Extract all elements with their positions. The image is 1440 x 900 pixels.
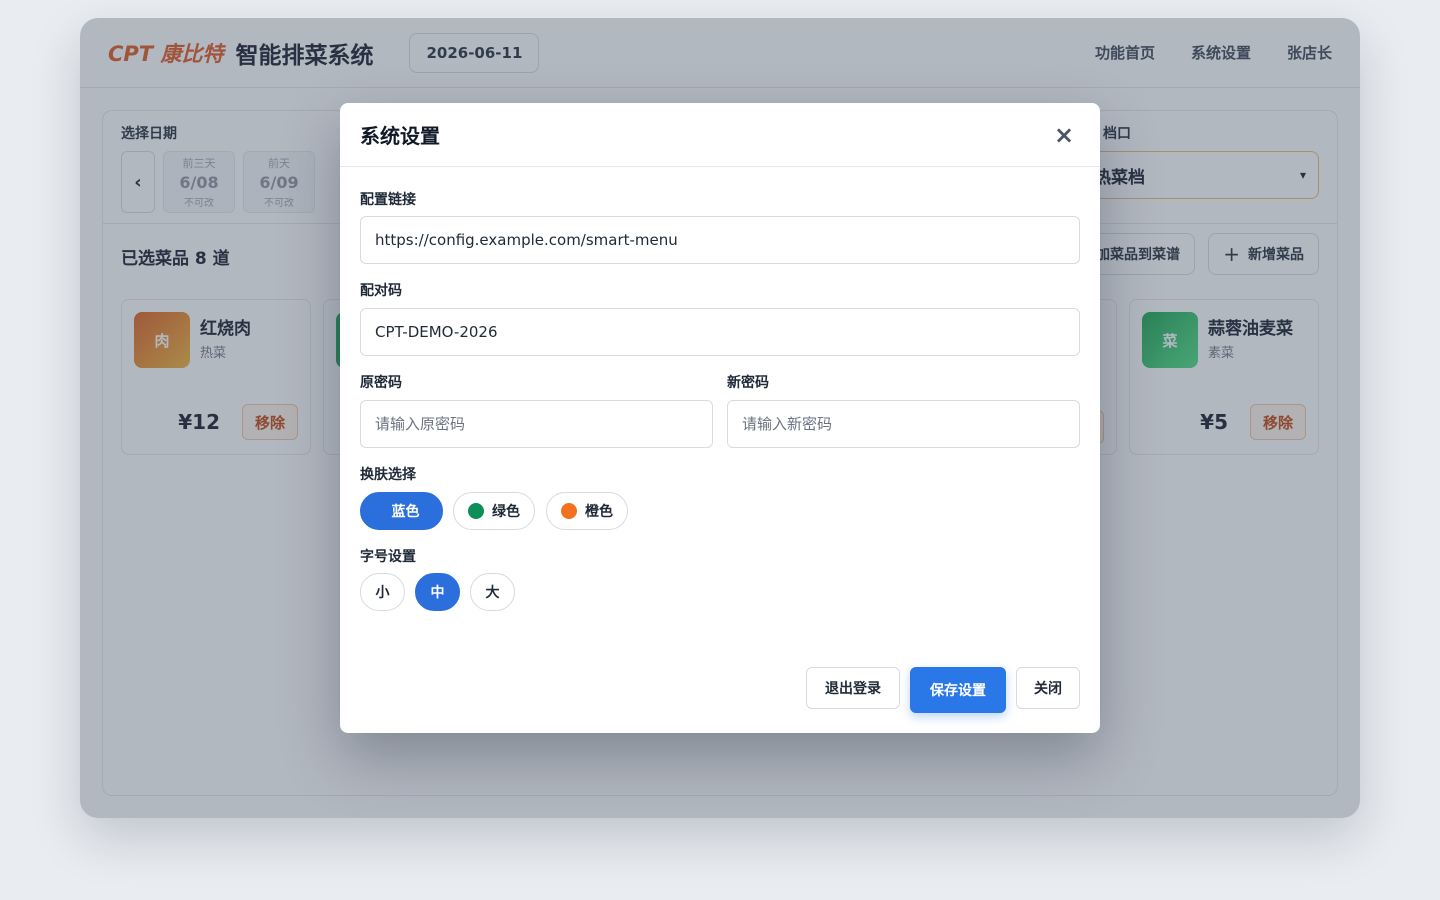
skin-green-label: 绿色 xyxy=(492,504,520,520)
skin-green-button[interactable]: 绿色 xyxy=(453,492,535,530)
old-password-input[interactable] xyxy=(360,400,713,448)
skin-blue-label: 蓝色 xyxy=(391,504,420,520)
pair-code-input[interactable] xyxy=(360,308,1080,356)
new-password-input[interactable] xyxy=(727,400,1080,448)
new-password-label: 新密码 xyxy=(727,375,769,391)
save-settings-button[interactable]: 保存设置 xyxy=(910,667,1006,713)
settings-modal: 系统设置 × 配置链接 配对码 原密码 新密码 换肤选择 蓝色 绿色 橙色 字号… xyxy=(340,103,1100,733)
config-url-input[interactable] xyxy=(360,216,1080,264)
close-icon[interactable]: × xyxy=(1048,119,1080,151)
skin-orange-button[interactable]: 橙色 xyxy=(546,492,628,530)
skin-label: 换肤选择 xyxy=(360,467,416,483)
modal-header: 系统设置 × xyxy=(340,103,1100,167)
font-size-large-button[interactable]: 大 xyxy=(470,573,515,611)
font-size-label: 字号设置 xyxy=(360,549,416,565)
skin-blue-button[interactable]: 蓝色 xyxy=(360,492,443,530)
orange-dot-icon xyxy=(561,503,577,519)
font-size-small-button[interactable]: 小 xyxy=(360,573,405,611)
config-url-label: 配置链接 xyxy=(360,192,416,208)
close-button[interactable]: 关闭 xyxy=(1016,667,1080,709)
modal-title: 系统设置 xyxy=(360,124,440,148)
font-size-medium-button[interactable]: 中 xyxy=(415,573,460,611)
old-password-label: 原密码 xyxy=(360,375,402,391)
logout-button[interactable]: 退出登录 xyxy=(806,667,900,709)
pair-code-label: 配对码 xyxy=(360,283,402,299)
green-dot-icon xyxy=(468,503,484,519)
skin-orange-label: 橙色 xyxy=(585,504,613,520)
